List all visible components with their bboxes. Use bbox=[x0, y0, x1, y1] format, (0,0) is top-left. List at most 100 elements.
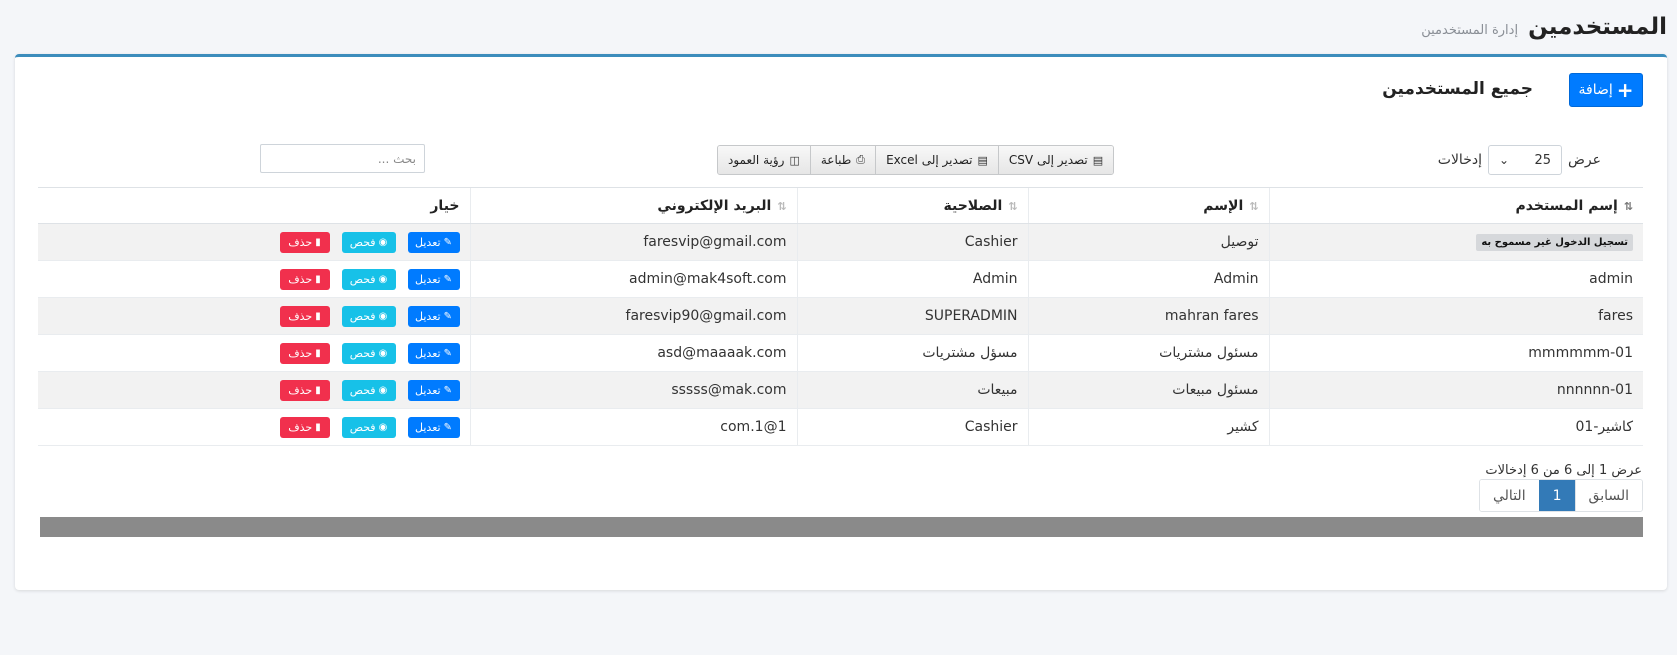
trash-icon: ▮ bbox=[315, 384, 321, 396]
trash-icon: ▮ bbox=[315, 273, 321, 285]
edit-button[interactable]: ✎ تعديل bbox=[407, 342, 460, 364]
print-label: طباعة bbox=[820, 153, 852, 167]
cell-name: مسئول مشتريات bbox=[1028, 334, 1270, 372]
card-title: جميع المستخدمين bbox=[1382, 79, 1533, 99]
table-row: fares mahran fares SUPERADMIN faresvip90… bbox=[38, 297, 1643, 335]
cell-email: faresvip90@gmail.com bbox=[470, 297, 798, 335]
export-csv-button[interactable]: ▤ تصدير إلى CSV bbox=[997, 146, 1114, 174]
print-button[interactable]: ⎙ طباعة bbox=[809, 146, 876, 174]
delete-button[interactable]: ▮ حذف bbox=[279, 268, 330, 290]
column-visibility-label: رؤية العمود bbox=[728, 153, 785, 167]
edit-icon: ✎ bbox=[443, 347, 452, 359]
cell-role: مبيعات bbox=[797, 371, 1029, 409]
cell-name: mahran fares bbox=[1028, 297, 1270, 335]
sort-icon: ⇅ bbox=[1623, 199, 1633, 213]
header-role[interactable]: ⇅ الصلاحية bbox=[797, 187, 1029, 224]
header-username[interactable]: ⇅ إسم المستخدم bbox=[1269, 187, 1643, 224]
file-excel-icon: ▤ bbox=[977, 153, 988, 167]
sort-icon: ⇅ bbox=[1008, 199, 1018, 213]
users-card: + إضافة جميع المستخدمين عرض 25 ⌄ إدخالات… bbox=[15, 54, 1667, 590]
header-role-label: الصلاحية bbox=[943, 197, 1003, 214]
view-button[interactable]: ◉ فحص bbox=[341, 305, 396, 327]
view-button[interactable]: ◉ فحص bbox=[341, 231, 396, 253]
pagination-page-1[interactable]: 1 bbox=[1538, 480, 1575, 511]
view-label: فحص bbox=[349, 420, 376, 434]
cell-username: fares bbox=[1269, 297, 1643, 335]
view-button[interactable]: ◉ فحص bbox=[341, 342, 396, 364]
view-label: فحص bbox=[349, 346, 376, 360]
edit-button[interactable]: ✎ تعديل bbox=[407, 379, 460, 401]
delete-label: حذف bbox=[288, 420, 313, 434]
edit-button[interactable]: ✎ تعديل bbox=[407, 231, 460, 253]
length-show-label: عرض bbox=[1567, 152, 1601, 168]
cell-actions: ✎ تعديل ◉ فحص ▮ حذف bbox=[38, 334, 471, 372]
cell-email: asd@maaaak.com bbox=[470, 334, 798, 372]
eye-icon: ◉ bbox=[378, 310, 388, 322]
edit-button[interactable]: ✎ تعديل bbox=[407, 416, 460, 438]
header-email[interactable]: ⇅ البريد الإلكتروني bbox=[470, 187, 798, 224]
view-label: فحص bbox=[349, 383, 376, 397]
delete-button[interactable]: ▮ حذف bbox=[279, 305, 330, 327]
edit-button[interactable]: ✎ تعديل bbox=[407, 305, 460, 327]
eye-icon: ◉ bbox=[378, 347, 388, 359]
cell-name: كشير bbox=[1028, 408, 1270, 446]
login-disabled-badge: تسجيل الدخول غير مسموح به bbox=[1476, 234, 1633, 251]
export-excel-button[interactable]: ▤ تصدير إلى Excel bbox=[875, 146, 998, 174]
delete-button[interactable]: ▮ حذف bbox=[279, 416, 330, 438]
header-options-label: خيار bbox=[430, 197, 460, 214]
pagination-prev[interactable]: السابق bbox=[1574, 480, 1642, 511]
delete-button[interactable]: ▮ حذف bbox=[279, 342, 330, 364]
export-toolbar: ▤ تصدير إلى CSV ▤ تصدير إلى Excel ⎙ طباع… bbox=[717, 145, 1115, 175]
sort-icon: ⇅ bbox=[1249, 199, 1259, 213]
table-row: تسجيل الدخول غير مسموح به توصيل Cashier … bbox=[38, 223, 1643, 261]
view-button[interactable]: ◉ فحص bbox=[341, 379, 396, 401]
length-value: 25 bbox=[1534, 152, 1551, 168]
eye-icon: ◉ bbox=[378, 421, 388, 433]
edit-label: تعديل bbox=[415, 420, 441, 434]
table-header-row: ⇅ إسم المستخدم ⇅ الإسم ⇅ الصلاحية ⇅ البريد ا… bbox=[38, 187, 1643, 224]
table-row: mmmmmm-01 مسئول مشتريات مسؤل مشتريات asd… bbox=[38, 334, 1643, 372]
print-icon: ⎙ bbox=[856, 153, 866, 166]
length-control: عرض 25 ⌄ إدخالات bbox=[1438, 145, 1601, 175]
delete-label: حذف bbox=[288, 272, 313, 286]
file-csv-icon: ▤ bbox=[1092, 153, 1104, 167]
page-subtitle: إدارة المستخدمين bbox=[1421, 23, 1519, 38]
trash-icon: ▮ bbox=[315, 421, 321, 433]
export-excel-label: تصدير إلى Excel bbox=[886, 153, 973, 167]
delete-label: حذف bbox=[288, 346, 313, 360]
chevron-down-icon: ⌄ bbox=[1498, 153, 1510, 167]
delete-button[interactable]: ▮ حذف bbox=[279, 231, 330, 253]
cell-username: تسجيل الدخول غير مسموح به bbox=[1269, 223, 1643, 261]
edit-icon: ✎ bbox=[443, 310, 452, 322]
cell-username: mmmmmm-01 bbox=[1269, 334, 1643, 372]
delete-label: حذف bbox=[288, 235, 313, 249]
edit-label: تعديل bbox=[415, 235, 441, 249]
edit-label: تعديل bbox=[415, 383, 441, 397]
search-input[interactable] bbox=[260, 144, 425, 173]
cell-email: faresvip@gmail.com bbox=[470, 223, 798, 261]
add-button[interactable]: + إضافة bbox=[1569, 73, 1643, 107]
cell-name: مسئول مبيعات bbox=[1028, 371, 1270, 409]
table-row: nnnnnn-01 مسئول مبيعات مبيعات sssss@mak.… bbox=[38, 371, 1643, 409]
edit-icon: ✎ bbox=[443, 273, 452, 285]
delete-label: حذف bbox=[288, 309, 313, 323]
eye-icon: ◉ bbox=[378, 236, 388, 248]
pagination-next[interactable]: التالي bbox=[1480, 480, 1539, 511]
view-button[interactable]: ◉ فحص bbox=[341, 268, 396, 290]
columns-icon: ◫ bbox=[789, 153, 800, 167]
cell-name: توصيل bbox=[1028, 223, 1270, 261]
edit-button[interactable]: ✎ تعديل bbox=[407, 268, 460, 290]
table-row: كاشير-01 كشير Cashier 1@1.com ✎ تعديل ◉ فح… bbox=[38, 408, 1643, 446]
length-select[interactable]: 25 ⌄ bbox=[1487, 145, 1562, 175]
column-visibility-button[interactable]: ◫ رؤية العمود bbox=[718, 146, 810, 174]
delete-button[interactable]: ▮ حذف bbox=[279, 379, 330, 401]
horizontal-scrollbar[interactable] bbox=[40, 517, 1643, 537]
header-username-label: إسم المستخدم bbox=[1515, 197, 1618, 214]
cell-role: Cashier bbox=[797, 408, 1029, 446]
header-name-label: الإسم bbox=[1203, 197, 1244, 214]
eye-icon: ◉ bbox=[378, 273, 388, 285]
header-name[interactable]: ⇅ الإسم bbox=[1028, 187, 1270, 224]
view-button[interactable]: ◉ فحص bbox=[341, 416, 396, 438]
cell-actions: ✎ تعديل ◉ فحص ▮ حذف bbox=[38, 408, 471, 446]
plus-icon: + bbox=[1616, 78, 1634, 102]
